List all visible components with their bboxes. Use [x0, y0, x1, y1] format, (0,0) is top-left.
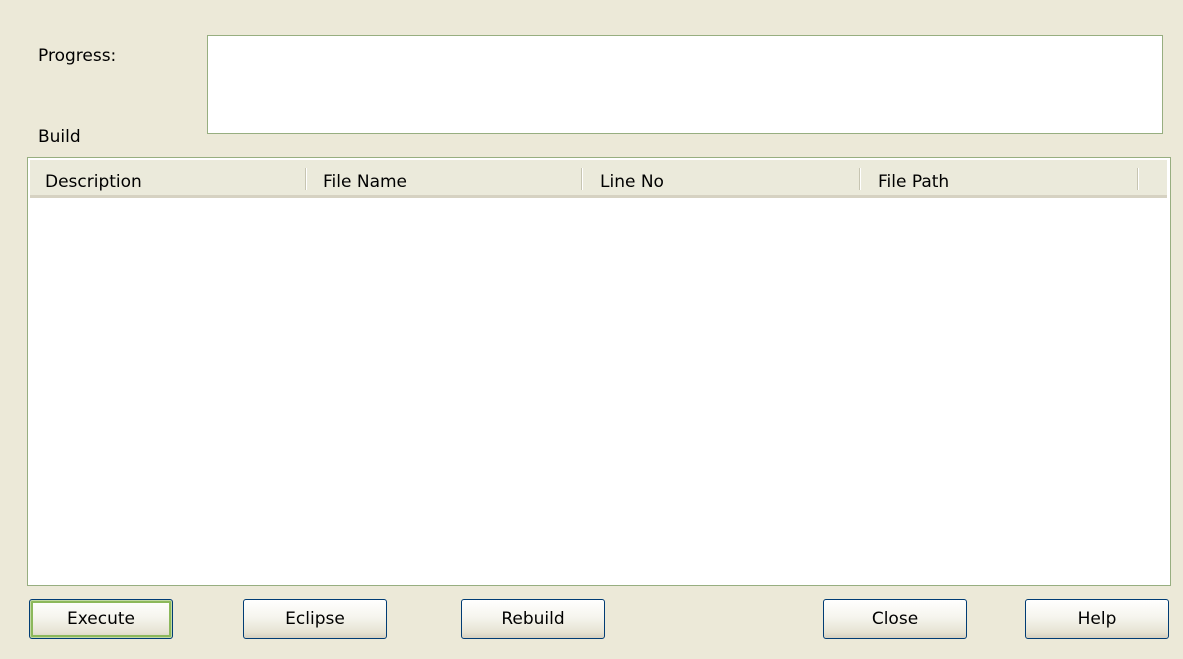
build-results-list[interactable]: Description File Name Line No File Path — [27, 157, 1171, 586]
column-header-description[interactable]: Description — [45, 160, 142, 195]
close-button[interactable]: Close — [823, 599, 967, 639]
build-label: Build — [38, 127, 81, 147]
column-header-file-name[interactable]: File Name — [323, 160, 407, 195]
column-header-line-no[interactable]: Line No — [600, 160, 664, 195]
help-button[interactable]: Help — [1025, 599, 1169, 639]
column-separator[interactable] — [859, 168, 861, 190]
list-body[interactable] — [30, 198, 1168, 583]
progress-label: Progress: — [38, 46, 117, 66]
eclipse-button[interactable]: Eclipse — [243, 599, 387, 639]
column-separator[interactable] — [305, 168, 307, 190]
column-separator[interactable] — [581, 168, 583, 190]
execute-button[interactable]: Execute — [29, 599, 173, 639]
rebuild-button[interactable]: Rebuild — [461, 599, 605, 639]
column-header-file-path[interactable]: File Path — [878, 160, 949, 195]
progress-output[interactable] — [207, 35, 1163, 134]
list-header: Description File Name Line No File Path — [30, 160, 1167, 198]
column-separator[interactable] — [1137, 168, 1139, 190]
